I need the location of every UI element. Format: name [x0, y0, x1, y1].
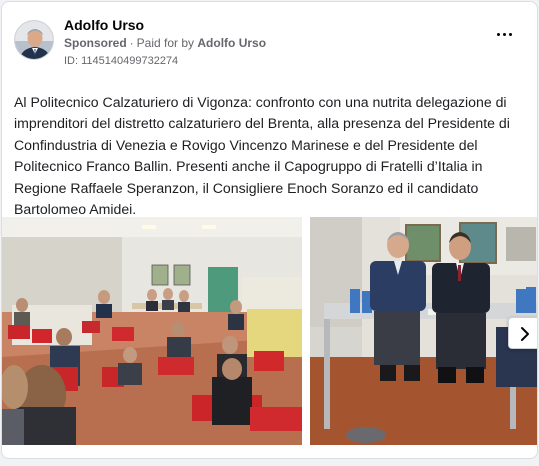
sponsored-label: Sponsored: [64, 36, 127, 50]
author-name[interactable]: Adolfo Urso: [64, 17, 144, 33]
sponsored-line: Sponsored · Paid for by Adolfo Urso: [64, 36, 266, 50]
author-avatar[interactable]: [14, 20, 54, 60]
paid-prefix: Paid for by: [136, 36, 195, 50]
paid-by-name[interactable]: Adolfo Urso: [197, 36, 266, 50]
ad-post-card: Adolfo Urso Sponsored · Paid for by Adolfo…: [1, 1, 538, 459]
carousel-next-button[interactable]: [508, 317, 537, 349]
post-header: Adolfo Urso Sponsored · Paid for by Adolfo…: [14, 14, 525, 70]
chevron-right-icon: [521, 327, 529, 341]
photo-carousel[interactable]: [2, 217, 537, 445]
carousel-photo-meeting-room[interactable]: [2, 217, 302, 445]
more-options-icon[interactable]: [493, 26, 517, 44]
post-text: Al Politecnico Calzaturiero di Vigonza: …: [14, 94, 510, 218]
ad-id: ID: 1145140499732274: [64, 55, 179, 67]
separator-dot: ·: [129, 36, 134, 50]
carousel-photo-speakers[interactable]: [310, 217, 537, 445]
